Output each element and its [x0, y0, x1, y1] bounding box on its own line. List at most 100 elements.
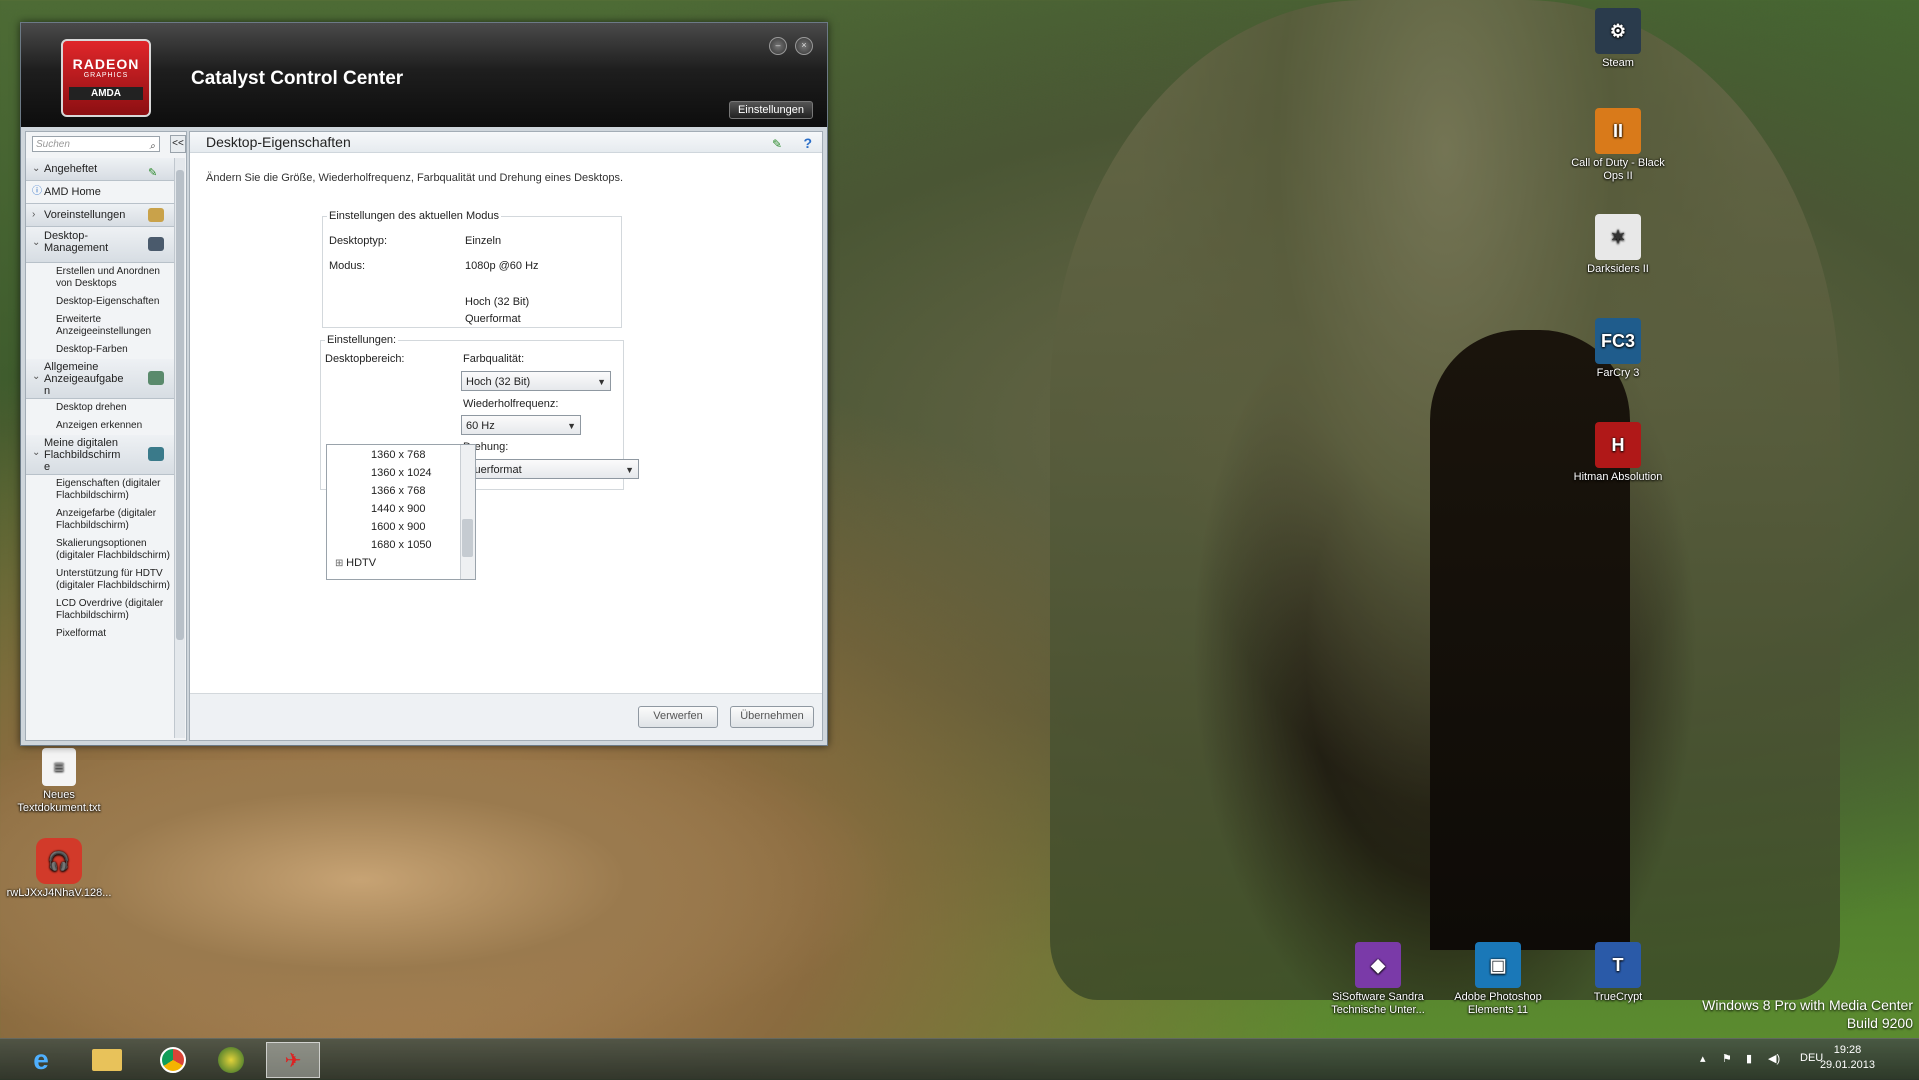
desktop-type-value: Einzeln: [465, 235, 502, 247]
page-title: Desktop-Eigenschaften: [206, 134, 351, 150]
desktop-icon-darksiders[interactable]: ✶ Darksiders II: [1563, 214, 1673, 276]
color-quality-select[interactable]: Hoch (32 Bit) ▼: [461, 371, 611, 391]
chevron-down-icon: ▼: [597, 377, 606, 387]
color-value: Hoch (32 Bit): [465, 296, 530, 308]
nav-item-desktop-properties[interactable]: Desktop-Eigenschaften: [26, 293, 174, 311]
nav-item-flat-overdrive[interactable]: LCD Overdrive (digitaler Flachbildschirm…: [26, 595, 174, 625]
nav-item-create-arrange-desktops[interactable]: Erstellen und Anordnen von Desktops: [26, 263, 174, 293]
section-pinned[interactable]: ⌄ Angeheftet ✎: [26, 158, 174, 181]
headphones-icon: 🎧: [36, 838, 82, 884]
chevron-down-icon: ⌄: [32, 447, 41, 458]
info-icon: ⓘ: [32, 186, 42, 197]
taskbar-app-globe[interactable]: [204, 1042, 258, 1078]
taskbar-clock[interactable]: 19:28 29.01.2013: [1820, 1043, 1875, 1073]
chevron-down-icon: ▼: [625, 465, 634, 475]
desktop-icon-truecrypt[interactable]: T TrueCrypt: [1563, 942, 1673, 1004]
desktop-icon-photoshop[interactable]: ▣ Adobe Photoshop Elements 11: [1443, 942, 1553, 1017]
network-icon[interactable]: ▮: [1746, 1052, 1752, 1065]
internet-explorer-icon: e: [33, 1044, 49, 1075]
resolution-option[interactable]: 1360 x 1024: [371, 467, 432, 479]
catalyst-icon: ✈: [284, 1049, 302, 1072]
scrollbar-thumb[interactable]: [462, 519, 473, 557]
action-footer: Verwerfen Übernehmen: [190, 693, 822, 740]
resolution-option[interactable]: 1680 x 1050: [371, 539, 432, 551]
photoshop-elements-icon: ▣: [1475, 942, 1521, 988]
search-icon[interactable]: ⌕: [149, 139, 155, 155]
desktop-management-icon: [148, 237, 164, 251]
pin-icon[interactable]: ✎: [772, 134, 782, 154]
desktop-icon-hitman[interactable]: H Hitman Absolution: [1563, 422, 1673, 484]
scrollbar-thumb[interactable]: [176, 170, 184, 640]
minimize-button[interactable]: –: [769, 37, 787, 55]
section-common-display-tasks[interactable]: ⌄ Allgemeine Anzeigeaufgabe n: [26, 359, 174, 399]
expand-icon[interactable]: ⊞: [335, 558, 346, 569]
pin-icon: ✎: [148, 167, 158, 179]
nav-item-flat-color[interactable]: Anzeigefarbe (digitaler Flachbildschirm): [26, 505, 174, 535]
desktop-icon-sisoftware[interactable]: ◆ SiSoftware Sandra Technische Unter...: [1323, 942, 1433, 1017]
taskbar: e ✈ ▴ ⚑ ▮ ◀) DEU 19:28 29.01.2013: [0, 1038, 1919, 1080]
steam-icon: ⚙: [1595, 8, 1641, 54]
nav-item-amd-home[interactable]: ⓘ AMD Home: [26, 181, 174, 204]
desktop-icon-audio-file[interactable]: 🎧 rwLJXxJ4NhaV.128...: [4, 838, 114, 900]
refresh-rate-select[interactable]: 60 Hz ▼: [461, 415, 581, 435]
apply-button[interactable]: Übernehmen: [730, 706, 814, 728]
resolution-option[interactable]: 1440 x 900: [371, 503, 425, 515]
taskbar-chrome[interactable]: [146, 1042, 200, 1078]
nav-item-pixel-format[interactable]: Pixelformat: [26, 625, 174, 643]
desktop-icon-steam[interactable]: ⚙ Steam: [1563, 8, 1673, 70]
desktop-icon-text-document[interactable]: ≡ Neues Textdokument.txt: [4, 748, 114, 815]
nav-item-flat-properties[interactable]: Eigenschaften (digitaler Flachbildschirm…: [26, 475, 174, 505]
nav-item-detect-displays[interactable]: Anzeigen erkennen: [26, 417, 174, 435]
nav-tree: ⌄ Angeheftet ✎ ⓘ AMD Home › Voreinstellu…: [26, 158, 174, 643]
desktop-area-list[interactable]: 1360 x 768 1360 x 1024 1366 x 768 1440 x…: [326, 444, 476, 580]
flag-icon[interactable]: ⚑: [1722, 1052, 1732, 1065]
chrome-icon: [160, 1047, 186, 1073]
hitman-icon: H: [1595, 422, 1641, 468]
close-button[interactable]: ×: [795, 37, 813, 55]
section-digital-flat-panels[interactable]: ⌄ Meine digitalen Flachbildschirm e: [26, 435, 174, 475]
nav-item-flat-scaling[interactable]: Skalierungsoptionen (digitaler Flachbild…: [26, 535, 174, 565]
discard-button[interactable]: Verwerfen: [638, 706, 718, 728]
nav-item-rotate-desktop[interactable]: Desktop drehen: [26, 399, 174, 417]
settings-button[interactable]: Einstellungen: [728, 101, 813, 119]
chevron-down-icon: ⌄: [32, 237, 41, 248]
section-presets[interactable]: › Voreinstellungen: [26, 204, 174, 227]
nav-item-flat-hdtv[interactable]: Unterstützung für HDTV (digitaler Flachb…: [26, 565, 174, 595]
rotation-select[interactable]: Querformat ▼: [461, 459, 639, 479]
resolution-option[interactable]: 1360 x 768: [371, 449, 425, 461]
os-watermark: Windows 8 Pro with Media Center Build 92…: [1702, 997, 1913, 1031]
call-of-duty-icon: II: [1595, 108, 1641, 154]
desktop-icon-black-ops[interactable]: II Call of Duty - Black Ops II: [1563, 108, 1673, 183]
resolution-option[interactable]: 1600 x 900: [371, 521, 425, 533]
resolution-option[interactable]: 1366 x 768: [371, 485, 425, 497]
list-scrollbar[interactable]: [460, 445, 475, 579]
search-input[interactable]: Suchen ⌕: [32, 136, 160, 152]
help-icon[interactable]: ?: [803, 133, 812, 153]
volume-icon[interactable]: ◀): [1768, 1052, 1780, 1065]
taskbar-catalyst[interactable]: ✈: [266, 1042, 320, 1078]
mode-value: 1080p @60 Hz: [465, 260, 539, 272]
section-desktop-management[interactable]: ⌄ Desktop- Management: [26, 227, 174, 263]
nav-item-advanced-display[interactable]: Erweiterte Anzeigeeinstellungen: [26, 311, 174, 341]
hdtv-tree-node[interactable]: ⊞ HDTV: [335, 557, 376, 569]
page-description: Ändern Sie die Größe, Wiederholfrequenz,…: [206, 172, 624, 184]
text-file-icon: ≡: [42, 748, 76, 786]
catalyst-window: RADEON GRAPHICS AMDA Catalyst Control Ce…: [20, 22, 828, 746]
darksiders-icon: ✶: [1595, 214, 1641, 260]
orientation-value: Querformat: [465, 313, 521, 325]
truecrypt-icon: T: [1595, 942, 1641, 988]
farcry-icon: FC3: [1595, 318, 1641, 364]
taskbar-internet-explorer[interactable]: e: [14, 1042, 68, 1078]
taskbar-file-explorer[interactable]: [80, 1042, 134, 1078]
current-mode-group: Einstellungen des aktuellen Modus Deskto…: [322, 210, 622, 328]
desktop-icon-farcry[interactable]: FC3 FarCry 3: [1563, 318, 1673, 380]
sidebar-scrollbar[interactable]: [174, 158, 185, 738]
nav-item-desktop-colors[interactable]: Desktop-Farben: [26, 341, 174, 359]
show-hidden-icons-icon[interactable]: ▴: [1700, 1052, 1706, 1065]
window-title: Catalyst Control Center: [191, 68, 404, 89]
monitor-icon: [148, 447, 164, 461]
collapse-sidebar-button[interactable]: <<: [170, 135, 186, 153]
presets-icon: [148, 208, 164, 222]
window-titlebar[interactable]: RADEON GRAPHICS AMDA Catalyst Control Ce…: [21, 23, 827, 127]
display-tasks-icon: [148, 371, 164, 385]
